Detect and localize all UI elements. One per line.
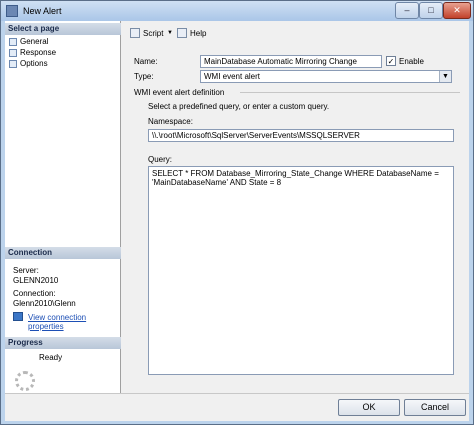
enable-checkbox[interactable]: ✓ xyxy=(386,56,396,66)
page-icon xyxy=(9,38,17,46)
script-icon[interactable] xyxy=(130,28,140,38)
script-button[interactable]: Script xyxy=(143,29,163,38)
title-bar: New Alert – □ ✕ xyxy=(1,1,473,21)
connection-label: Connection: xyxy=(13,289,56,298)
right-pane: Script ▼ Help Name: MainDatabase Automat… xyxy=(122,21,469,393)
script-dropdown-icon[interactable]: ▼ xyxy=(167,30,173,36)
close-button[interactable]: ✕ xyxy=(443,2,471,19)
select-page-header: Select a page xyxy=(5,23,121,35)
page-label: Response xyxy=(20,48,57,57)
page-item-response[interactable]: Response xyxy=(9,47,56,58)
query-label: Query: xyxy=(148,155,173,164)
progress-status: Ready xyxy=(39,353,63,362)
cancel-button[interactable]: Cancel xyxy=(404,399,466,416)
query-line: 'MainDatabaseName' AND State = 8 xyxy=(152,178,282,187)
new-alert-window: New Alert – □ ✕ Select a page General Re… xyxy=(0,0,474,425)
minimize-button[interactable]: – xyxy=(395,2,419,19)
progress-spinner-icon xyxy=(15,371,35,391)
dialog-client: Select a page General Response Options C… xyxy=(5,21,469,421)
alert-icon xyxy=(6,5,18,17)
window-title: New Alert xyxy=(23,6,62,16)
type-value: WMI event alert xyxy=(204,72,261,81)
button-bar: OK Cancel xyxy=(5,393,469,421)
namespace-input[interactable]: \\.\root\Microsoft\SqlServer\ServerEvent… xyxy=(148,129,454,142)
name-input[interactable]: MainDatabase Automatic Mirroring Change xyxy=(200,55,382,68)
name-label: Name: xyxy=(134,57,158,66)
enable-label: Enable xyxy=(399,57,424,66)
page-icon xyxy=(9,60,17,68)
help-icon[interactable] xyxy=(177,28,187,38)
maximize-button[interactable]: □ xyxy=(419,2,443,19)
progress-header: Progress xyxy=(5,337,121,349)
chevron-down-icon: ▼ xyxy=(439,71,451,82)
type-select[interactable]: WMI event alert ▼ xyxy=(200,70,452,83)
ok-button[interactable]: OK xyxy=(338,399,400,416)
help-button[interactable]: Help xyxy=(190,29,206,38)
connection-header: Connection xyxy=(5,247,121,259)
query-textarea[interactable]: SELECT * FROM Database_Mirroring_State_C… xyxy=(148,166,454,375)
group-divider xyxy=(240,92,460,93)
connection-value: Glenn2010\Glenn xyxy=(13,299,76,308)
server-value: GLENN2010 xyxy=(13,276,59,285)
wmi-group-label: WMI event alert definition xyxy=(134,88,225,97)
namespace-label: Namespace: xyxy=(148,117,193,126)
view-connection-properties-link[interactable]: View connection properties xyxy=(28,313,120,331)
page-item-options[interactable]: Options xyxy=(9,58,48,69)
instruction-text: Select a predefined query, or enter a cu… xyxy=(148,102,330,111)
page-icon xyxy=(9,49,17,57)
type-label: Type: xyxy=(134,72,154,81)
query-line: SELECT * FROM Database_Mirroring_State_C… xyxy=(152,169,439,178)
left-pane: Select a page General Response Options C… xyxy=(5,21,121,393)
page-label: General xyxy=(20,37,49,46)
toolbar: Script ▼ Help xyxy=(122,21,469,45)
server-label: Server: xyxy=(13,266,39,275)
connection-icon xyxy=(13,312,23,321)
page-item-general[interactable]: General xyxy=(9,36,48,47)
page-label: Options xyxy=(20,59,48,68)
